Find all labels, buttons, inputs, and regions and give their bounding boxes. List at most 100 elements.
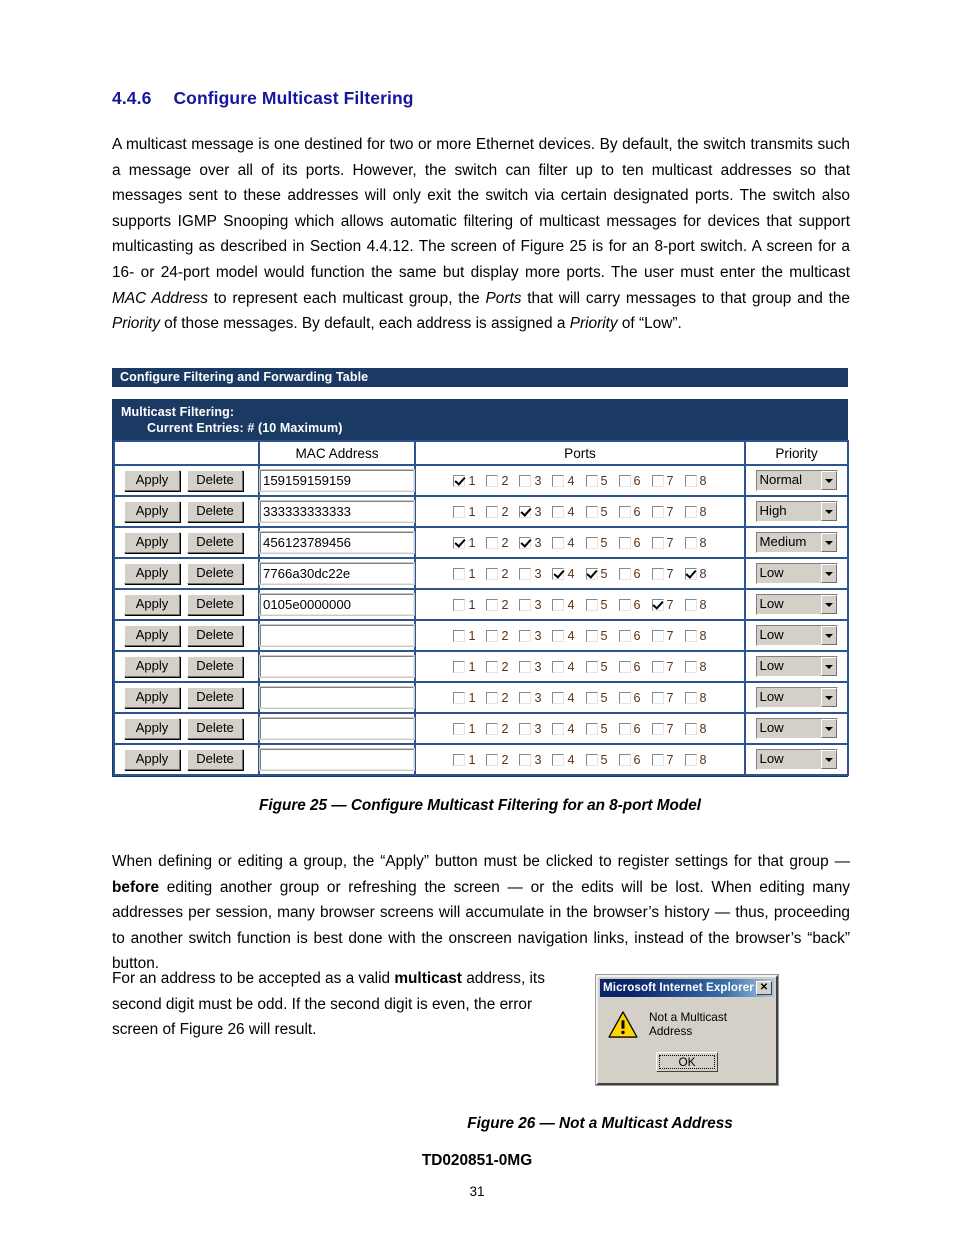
- port-7-checkbox-group[interactable]: 7: [651, 753, 674, 767]
- port-7-checkbox-group[interactable]: 7: [651, 536, 674, 550]
- port-8-checkbox-group[interactable]: 8: [684, 629, 707, 643]
- port-1-checkbox[interactable]: [453, 691, 466, 704]
- port-5-checkbox[interactable]: [585, 598, 598, 611]
- port-7-checkbox-group[interactable]: 7: [651, 722, 674, 736]
- port-2-checkbox[interactable]: [486, 753, 499, 766]
- port-8-checkbox[interactable]: [684, 753, 697, 766]
- port-7-checkbox-group[interactable]: 7: [651, 474, 674, 488]
- port-6-checkbox-group[interactable]: 6: [618, 753, 641, 767]
- port-6-checkbox-group[interactable]: 6: [618, 691, 641, 705]
- port-1-checkbox-group[interactable]: 1: [453, 629, 475, 643]
- close-icon[interactable]: ✕: [756, 981, 772, 995]
- mac-address-input[interactable]: [259, 748, 415, 771]
- port-3-checkbox-group[interactable]: 3: [519, 660, 541, 674]
- port-2-checkbox-group[interactable]: 2: [486, 629, 508, 643]
- delete-button[interactable]: Delete: [187, 594, 243, 615]
- port-3-checkbox-group[interactable]: 3: [519, 536, 541, 550]
- port-4-checkbox[interactable]: [552, 474, 565, 487]
- port-1-checkbox-group[interactable]: 1: [453, 722, 475, 736]
- delete-button[interactable]: Delete: [187, 470, 243, 491]
- priority-select[interactable]: Low: [755, 749, 838, 770]
- port-6-checkbox[interactable]: [618, 598, 631, 611]
- port-2-checkbox-group[interactable]: 2: [486, 691, 508, 705]
- port-7-checkbox-group[interactable]: 7: [651, 567, 674, 581]
- port-1-checkbox-group[interactable]: 1: [453, 567, 475, 581]
- port-3-checkbox-group[interactable]: 3: [519, 474, 541, 488]
- ok-button[interactable]: OK: [656, 1052, 718, 1072]
- port-1-checkbox-group[interactable]: 1: [453, 753, 475, 767]
- port-4-checkbox[interactable]: [552, 567, 565, 580]
- port-7-checkbox-group[interactable]: 7: [651, 660, 674, 674]
- port-7-checkbox[interactable]: [651, 567, 664, 580]
- port-8-checkbox[interactable]: [684, 722, 697, 735]
- port-2-checkbox-group[interactable]: 2: [486, 722, 508, 736]
- mac-address-input[interactable]: [259, 717, 415, 740]
- port-1-checkbox[interactable]: [453, 567, 466, 580]
- mac-address-input[interactable]: [259, 593, 415, 616]
- port-8-checkbox-group[interactable]: 8: [684, 691, 707, 705]
- port-3-checkbox-group[interactable]: 3: [519, 567, 541, 581]
- port-3-checkbox[interactable]: [519, 722, 532, 735]
- port-3-checkbox[interactable]: [519, 660, 532, 673]
- port-4-checkbox-group[interactable]: 4: [552, 598, 575, 612]
- port-8-checkbox-group[interactable]: 8: [684, 474, 707, 488]
- port-4-checkbox[interactable]: [552, 598, 565, 611]
- port-3-checkbox[interactable]: [519, 536, 532, 549]
- port-6-checkbox-group[interactable]: 6: [618, 505, 641, 519]
- port-6-checkbox[interactable]: [618, 474, 631, 487]
- port-8-checkbox-group[interactable]: 8: [684, 753, 707, 767]
- mac-address-input[interactable]: [259, 686, 415, 709]
- mac-address-input[interactable]: [259, 469, 415, 492]
- priority-select[interactable]: Low: [755, 594, 838, 615]
- port-7-checkbox[interactable]: [651, 722, 664, 735]
- apply-button[interactable]: Apply: [124, 563, 180, 584]
- port-3-checkbox[interactable]: [519, 505, 532, 518]
- port-4-checkbox[interactable]: [552, 753, 565, 766]
- port-6-checkbox[interactable]: [618, 536, 631, 549]
- port-4-checkbox-group[interactable]: 4: [552, 536, 575, 550]
- port-1-checkbox[interactable]: [453, 629, 466, 642]
- port-3-checkbox[interactable]: [519, 753, 532, 766]
- port-3-checkbox-group[interactable]: 3: [519, 722, 541, 736]
- mac-address-input[interactable]: [259, 500, 415, 523]
- apply-button[interactable]: Apply: [124, 687, 180, 708]
- port-8-checkbox[interactable]: [684, 567, 697, 580]
- port-5-checkbox-group[interactable]: 5: [585, 629, 608, 643]
- port-1-checkbox[interactable]: [453, 536, 466, 549]
- port-4-checkbox-group[interactable]: 4: [552, 474, 575, 488]
- port-3-checkbox[interactable]: [519, 629, 532, 642]
- port-1-checkbox-group[interactable]: 1: [453, 536, 475, 550]
- apply-button[interactable]: Apply: [124, 625, 180, 646]
- port-4-checkbox-group[interactable]: 4: [552, 722, 575, 736]
- delete-button[interactable]: Delete: [187, 625, 243, 646]
- port-4-checkbox-group[interactable]: 4: [552, 660, 575, 674]
- apply-button[interactable]: Apply: [124, 532, 180, 553]
- port-5-checkbox-group[interactable]: 5: [585, 567, 608, 581]
- port-6-checkbox-group[interactable]: 6: [618, 722, 641, 736]
- priority-select[interactable]: Medium: [755, 532, 838, 553]
- priority-select[interactable]: High: [755, 501, 838, 522]
- port-2-checkbox-group[interactable]: 2: [486, 536, 508, 550]
- delete-button[interactable]: Delete: [187, 532, 243, 553]
- port-3-checkbox-group[interactable]: 3: [519, 629, 541, 643]
- port-4-checkbox[interactable]: [552, 505, 565, 518]
- chevron-down-icon[interactable]: [820, 533, 837, 552]
- port-8-checkbox[interactable]: [684, 691, 697, 704]
- port-8-checkbox[interactable]: [684, 598, 697, 611]
- port-2-checkbox[interactable]: [486, 722, 499, 735]
- port-1-checkbox[interactable]: [453, 474, 466, 487]
- port-3-checkbox[interactable]: [519, 691, 532, 704]
- port-5-checkbox[interactable]: [585, 505, 598, 518]
- port-8-checkbox-group[interactable]: 8: [684, 536, 707, 550]
- apply-button[interactable]: Apply: [124, 656, 180, 677]
- port-4-checkbox-group[interactable]: 4: [552, 505, 575, 519]
- port-2-checkbox-group[interactable]: 2: [486, 598, 508, 612]
- port-3-checkbox[interactable]: [519, 598, 532, 611]
- port-4-checkbox-group[interactable]: 4: [552, 567, 575, 581]
- apply-button[interactable]: Apply: [124, 501, 180, 522]
- port-2-checkbox-group[interactable]: 2: [486, 474, 508, 488]
- port-6-checkbox[interactable]: [618, 505, 631, 518]
- priority-select[interactable]: Low: [755, 625, 838, 646]
- port-5-checkbox-group[interactable]: 5: [585, 753, 608, 767]
- mac-address-input[interactable]: [259, 531, 415, 554]
